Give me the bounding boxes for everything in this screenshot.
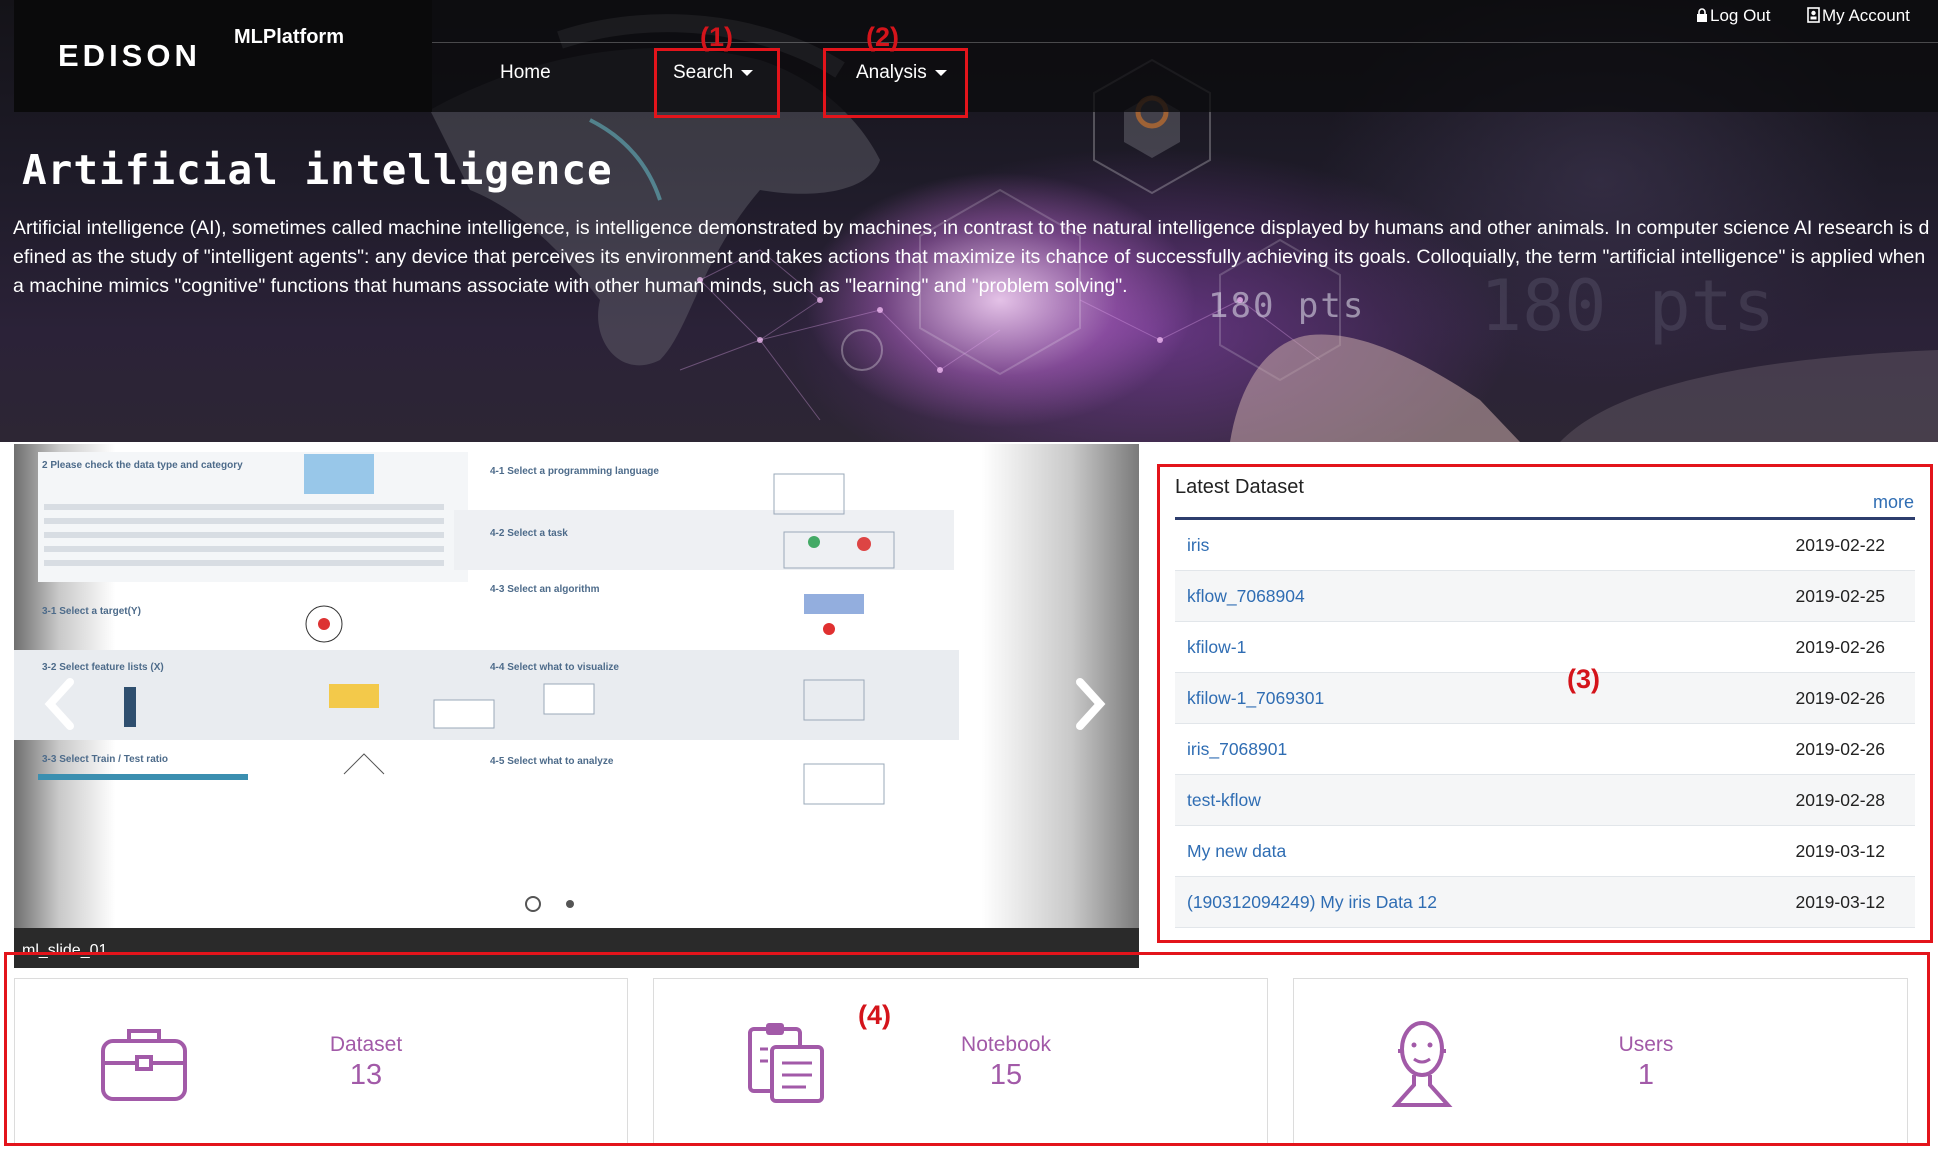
annotation-box-search (654, 48, 780, 118)
annotation-box-stats (4, 952, 1930, 1146)
nav-home[interactable]: Home (500, 62, 551, 84)
annotation-box-analysis (823, 48, 968, 118)
slide-illustrations (38, 454, 895, 805)
my-account-label: My Account (1822, 6, 1910, 25)
my-account-link[interactable]: My Account (1807, 6, 1910, 26)
logo-area[interactable]: EDISON MLPlatform (14, 0, 432, 112)
annotation-label-4: (4) (858, 1000, 891, 1030)
annotation-box-latest (1157, 464, 1933, 943)
lock-icon (1697, 8, 1707, 22)
platform-name[interactable]: MLPlatform (234, 26, 344, 49)
annotation-label-1: (1) (700, 22, 733, 52)
hero-description: Artificial intelligence (AI), sometimes … (13, 217, 1930, 297)
page-title: Artificial intelligence (22, 146, 613, 194)
hero-overlay-text: 180 pts (1208, 286, 1366, 326)
carousel-dot-active[interactable] (525, 896, 541, 912)
logout-label: Log Out (1710, 6, 1771, 25)
carousel-dot[interactable] (566, 900, 574, 908)
hero-banner: 180 pts EDISON MLPlatform Home Search An… (0, 0, 1938, 442)
logout-link[interactable]: Log Out (1696, 6, 1771, 26)
account-divider (432, 42, 1938, 43)
annotation-label-3: (3) (1567, 664, 1600, 694)
account-icon (1807, 7, 1820, 23)
edison-logo[interactable]: EDISON (58, 38, 201, 74)
image-carousel[interactable]: 2 Please check the data type and categor… (14, 444, 1139, 968)
chevron-left-icon[interactable] (40, 674, 80, 734)
nav-home-label: Home (500, 62, 551, 83)
chevron-right-icon[interactable] (1070, 674, 1110, 734)
annotation-label-2: (2) (866, 22, 899, 52)
